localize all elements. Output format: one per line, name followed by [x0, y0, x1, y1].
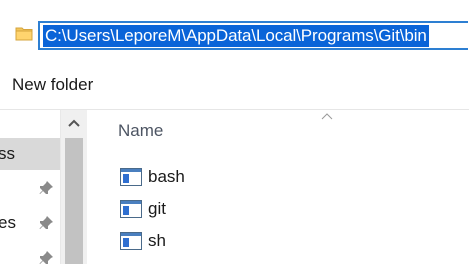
file-row[interactable]: git: [118, 197, 318, 221]
nav-item-label: es: [0, 213, 16, 232]
pin-icon[interactable]: [38, 250, 54, 264]
navigation-scrollbar[interactable]: [60, 110, 87, 264]
chevron-up-icon: [68, 119, 80, 127]
scrollbar-thumb[interactable]: [65, 138, 83, 264]
nav-item-label: ss: [0, 144, 15, 163]
navigation-pane: ss es: [0, 110, 60, 264]
file-name: sh: [148, 231, 166, 250]
scroll-up-button[interactable]: [61, 110, 87, 136]
address-bar: C:\Users\LeporeM\AppData\Local\Programs\…: [0, 0, 469, 60]
file-name: git: [148, 199, 166, 218]
application-icon: [120, 232, 142, 250]
sort-ascending-icon: [321, 113, 333, 120]
nav-item-quick-access[interactable]: ss: [0, 138, 60, 170]
pin-icon[interactable]: [38, 215, 54, 231]
folder-icon: [15, 27, 33, 41]
file-explorer-window: C:\Users\LeporeM\AppData\Local\Programs\…: [0, 0, 469, 264]
application-icon: [120, 168, 142, 186]
new-folder-button[interactable]: New folder: [12, 74, 93, 96]
nav-item-pinned-1[interactable]: [0, 172, 60, 204]
file-name: bash: [148, 167, 185, 186]
address-path-text[interactable]: C:\Users\LeporeM\AppData\Local\Programs\…: [43, 25, 429, 47]
column-header-name[interactable]: Name: [118, 120, 163, 142]
application-icon: [120, 200, 142, 218]
pin-icon[interactable]: [38, 180, 54, 196]
file-list: Name bash git sh: [87, 110, 469, 264]
address-input[interactable]: C:\Users\LeporeM\AppData\Local\Programs\…: [38, 21, 468, 50]
nav-item-pinned-3[interactable]: [0, 242, 60, 264]
file-row[interactable]: sh: [118, 229, 318, 253]
command-bar: New folder: [0, 60, 469, 110]
file-row[interactable]: bash: [118, 165, 318, 189]
nav-item-pinned-2[interactable]: es: [0, 207, 60, 239]
